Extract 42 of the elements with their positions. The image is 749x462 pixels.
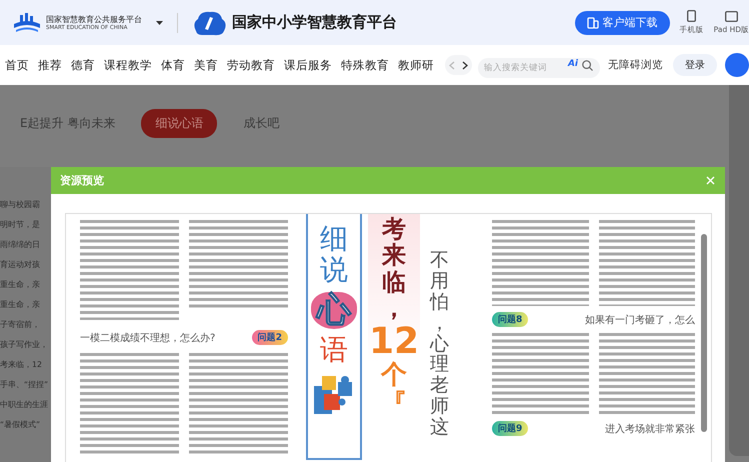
question-badge: 问题9 [492,421,528,436]
site-title: 国家中小学智慧教育平台 [232,13,397,32]
logo-icon [12,12,42,34]
platform-name: 国家智慧教育公共服务平台 [46,14,142,24]
phone-icon[interactable] [687,10,696,22]
question-heading: 进入考场就非常紧张 [605,422,695,436]
nav-link[interactable]: 课程教学 [104,58,152,72]
question-badge: 问题2 [252,330,288,345]
nav-link[interactable]: 体育 [161,58,185,72]
avatar-circle[interactable] [725,53,749,77]
category-tab[interactable]: E起提升 粤向未来 [20,114,116,132]
category-tab[interactable]: 细说心语 [141,108,218,138]
question-heading: 一模二模成绩不理想，怎么办? [80,332,216,344]
poster-number: 12 [368,322,420,362]
nav-link[interactable]: 课后服务 [284,58,332,72]
nav-link[interactable]: 劳动教育 [227,58,275,72]
poster-title: 个『 [380,361,408,418]
nav-link[interactable]: 教师研 [398,58,434,72]
poster-strip-text: 语 [319,334,349,366]
scrollbar[interactable] [701,234,707,432]
poster-subtitle: 不用怕，心理老师这 [428,250,450,440]
poster-strip-text: 心 [311,292,357,329]
nav-link[interactable]: 特殊教育 [341,58,389,72]
chevron-right-icon[interactable] [462,60,468,70]
poster-strip-text: 细说 [319,224,349,286]
login-button[interactable]: 登录 [673,54,717,76]
ai-label[interactable]: Ai [568,59,578,69]
question-heading: 如果有一门考砸了，怎么 [585,314,695,326]
download-button[interactable]: 客户端下载 [574,10,670,34]
accessibility-link[interactable]: 无障碍浏览 [608,58,663,72]
nav-link[interactable]: 美育 [194,58,218,72]
devices-icon [586,16,599,28]
poster-title: 考来临， [380,216,407,322]
nav-link[interactable]: 推荐 [38,58,62,72]
caret-icon[interactable] [156,20,163,24]
search-icon[interactable] [582,60,593,70]
nav-link[interactable]: 首页 [5,58,29,72]
nav-link[interactable]: 德育 [71,58,95,72]
tablet-icon[interactable] [724,10,738,22]
question-badge: 问题8 [492,312,528,327]
category-tab[interactable]: 成长吧 [243,114,280,132]
dialog-title: 资源预览 [60,173,104,188]
